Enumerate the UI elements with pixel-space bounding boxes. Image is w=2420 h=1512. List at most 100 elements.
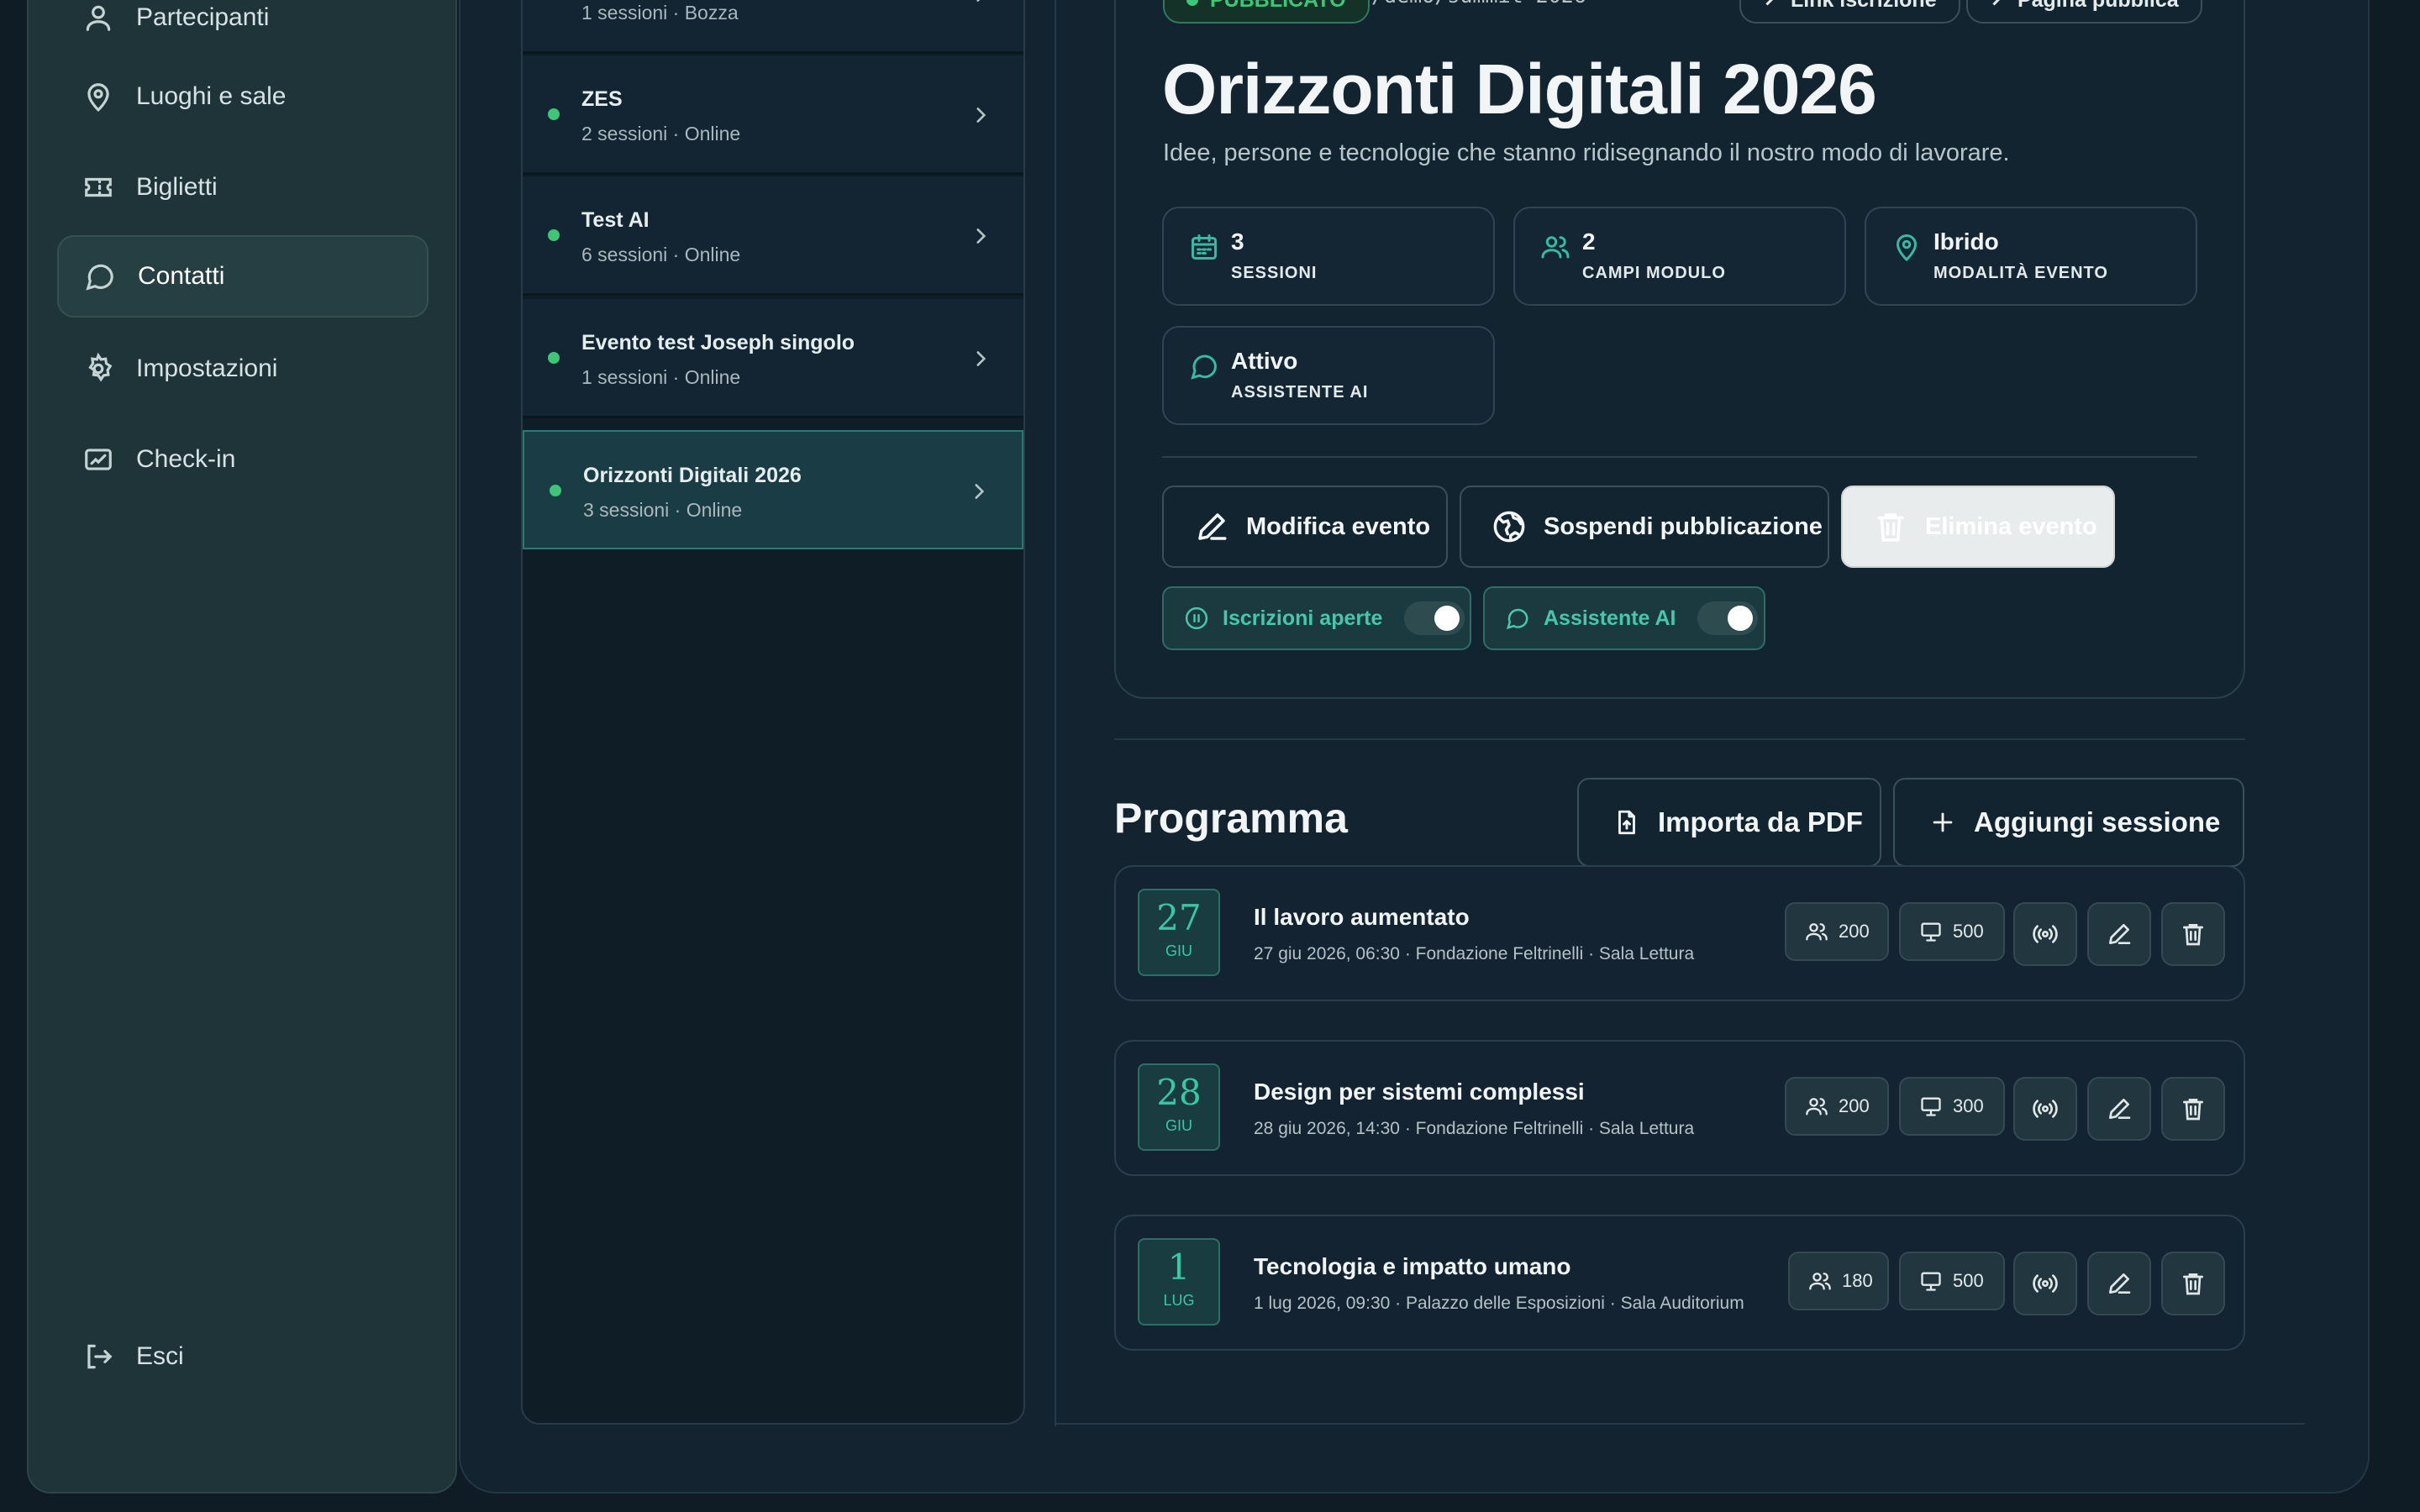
users-icon <box>1809 1273 1831 1290</box>
session-row[interactable]: 27 GIU Il lavoro aumentato 27 giu 2026, … <box>1114 865 2245 1001</box>
event-slug: /demo/summit-2026 <box>1371 0 1586 8</box>
status-badge-label: PUBBLICATO <box>1210 0 1346 13</box>
detail-bottom-border <box>1055 1423 2305 1425</box>
ticket-icon <box>85 177 112 197</box>
status-dot <box>548 352 560 364</box>
event-list-item[interactable]: Test AI 6 sessioni · Online <box>523 176 1023 296</box>
users-icon <box>1806 1098 1828 1116</box>
event-meta: 6 sessioni · Online <box>581 244 741 265</box>
delete-session-button[interactable] <box>2161 902 2225 966</box>
online-count: 300 <box>1953 1095 1984 1116</box>
divider <box>1162 456 2197 458</box>
suspend-publication-button[interactable]: Sospendi pubblicazione <box>1460 486 1829 568</box>
stat-value: 3 <box>1231 228 1244 255</box>
status-badge: PUBBLICATO <box>1163 0 1370 24</box>
live-stream-button[interactable] <box>2013 1252 2077 1315</box>
pagina-pubblica-label: Pagina pubblica <box>2018 0 2179 13</box>
event-name: Test AI <box>581 208 650 232</box>
iscrizioni-toggle-label: Iscrizioni aperte <box>1223 606 1383 630</box>
status-dot <box>550 485 561 496</box>
edit-session-button[interactable] <box>2087 1252 2151 1315</box>
edit-session-button[interactable] <box>2087 1077 2151 1141</box>
iscrizioni-toggle[interactable]: Iscrizioni aperte <box>1162 586 1471 650</box>
session-row[interactable]: 28 GIU Design per sistemi complessi 28 g… <box>1114 1040 2245 1176</box>
online-capacity: 300 <box>1899 1077 2005 1136</box>
sidebar-item-label: Biglietti <box>136 173 218 201</box>
pencil-icon <box>2109 924 2131 944</box>
attendees-capacity: 180 <box>1788 1252 1889 1310</box>
message-circle-icon <box>1506 608 1528 630</box>
sidebar-item-checkin[interactable]: Check-in <box>57 418 429 501</box>
link-iscrizione-button[interactable]: ↗ Link iscrizione <box>1739 0 1960 24</box>
attendees-count: 200 <box>1839 1095 1870 1116</box>
stat-modalita: Ibrido MODALITÀ EVENTO <box>1865 207 2197 306</box>
event-meta: 2 sessioni · Online <box>581 123 741 144</box>
sidebar: Partecipanti Luoghi e sale Biglietti Con… <box>27 0 457 1494</box>
import-pdf-button[interactable]: Importa da PDF <box>1577 778 1881 867</box>
session-info: 1 lug 2026, 09:30 · Palazzo delle Esposi… <box>1254 1294 1744 1313</box>
id-card-icon <box>85 449 112 470</box>
edit-session-button[interactable] <box>2087 902 2151 966</box>
plus-icon <box>1933 812 1953 832</box>
map-pin-icon <box>87 83 109 112</box>
sidebar-item-biglietti[interactable]: Biglietti <box>57 146 429 228</box>
event-list-item-active[interactable]: Orizzonti Digitali 2026 3 sessioni · Onl… <box>523 430 1023 549</box>
broadcast-icon <box>2033 1100 2058 1118</box>
calendar-icon <box>1192 234 1217 260</box>
file-upload-icon <box>1618 810 1635 835</box>
toggle-switch[interactable] <box>1404 601 1465 635</box>
session-day: 28 <box>1156 1072 1202 1113</box>
chevron-right-icon <box>976 0 981 2</box>
add-session-button[interactable]: Aggiungi sessione <box>1893 778 2244 867</box>
chevron-right-icon <box>976 351 986 366</box>
sidebar-item-luoghi[interactable]: Luoghi e sale <box>57 55 429 138</box>
pagina-pubblica-button[interactable]: ↗ Pagina pubblica <box>1966 0 2202 24</box>
session-title: Il lavoro aumentato <box>1254 904 1470 930</box>
sidebar-item-partecipanti[interactable]: Partecipanti <box>57 0 429 59</box>
event-list-item[interactable]: Evento test Joseph singolo 1 sessioni · … <box>523 299 1023 418</box>
stat-value: Attivo <box>1231 348 1298 374</box>
session-info: 27 giu 2026, 06:30 · Fondazione Feltrine… <box>1254 944 1695 963</box>
online-capacity: 500 <box>1899 902 2005 961</box>
toggle-knob <box>1728 606 1754 631</box>
attendees-capacity: 200 <box>1785 902 1889 961</box>
toggle-knob <box>1434 606 1460 631</box>
stat-label: SESSIONI <box>1231 264 1318 282</box>
arrow-up-right-icon: ↗ <box>1990 0 2007 12</box>
session-date-badge: 27 GIU <box>1138 889 1220 976</box>
gear-icon <box>88 353 113 382</box>
event-name: Evento test Joseph singolo <box>581 331 855 354</box>
assistente-ai-toggle[interactable]: Assistente AI <box>1483 586 1765 650</box>
trash-icon <box>2183 1099 2203 1121</box>
message-circle-icon <box>86 264 113 291</box>
delete-event-button[interactable]: Elimina evento <box>1841 486 2115 568</box>
stat-value: Ibrido <box>1933 228 1999 255</box>
edit-event-button[interactable]: Modifica evento <box>1162 486 1448 568</box>
sidebar-item-impostazioni[interactable]: Impostazioni <box>57 328 429 410</box>
online-capacity: 500 <box>1899 1252 2005 1310</box>
event-list-item[interactable]: 1 sessioni · Bozza <box>523 0 1023 54</box>
delete-event-label: Elimina evento <box>1925 512 2097 540</box>
status-dot <box>548 108 560 120</box>
delete-session-button[interactable] <box>2161 1252 2225 1315</box>
map-pin-icon <box>1896 234 1918 262</box>
logout-button[interactable]: Esci <box>57 1315 429 1398</box>
pencil-icon <box>2109 1273 2131 1294</box>
toggle-switch[interactable] <box>1697 601 1759 635</box>
stat-campi-modulo: 2 CAMPI MODULO <box>1513 207 1846 306</box>
logout-icon <box>87 1344 113 1369</box>
user-icon <box>86 5 111 31</box>
live-stream-button[interactable] <box>2013 1077 2077 1141</box>
event-title: Orizzonti Digitali 2026 <box>1162 50 1877 129</box>
live-stream-button[interactable] <box>2013 902 2077 966</box>
message-circle-icon <box>1191 354 1218 380</box>
event-list-item[interactable]: ZES 2 sessioni · Online <box>523 55 1023 175</box>
delete-session-button[interactable] <box>2161 1077 2225 1141</box>
stat-sessioni: 3 SESSIONI <box>1162 207 1495 306</box>
online-count: 500 <box>1953 921 1984 942</box>
session-row[interactable]: 1 LUG Tecnologia e impatto umano 1 lug 2… <box>1114 1215 2245 1351</box>
sidebar-item-contatti[interactable]: Contatti <box>57 235 429 318</box>
session-day: 27 <box>1156 897 1202 938</box>
link-iscrizione-label: Link iscrizione <box>1791 0 1937 13</box>
stat-label: ASSISTENTE AI <box>1231 383 1369 402</box>
